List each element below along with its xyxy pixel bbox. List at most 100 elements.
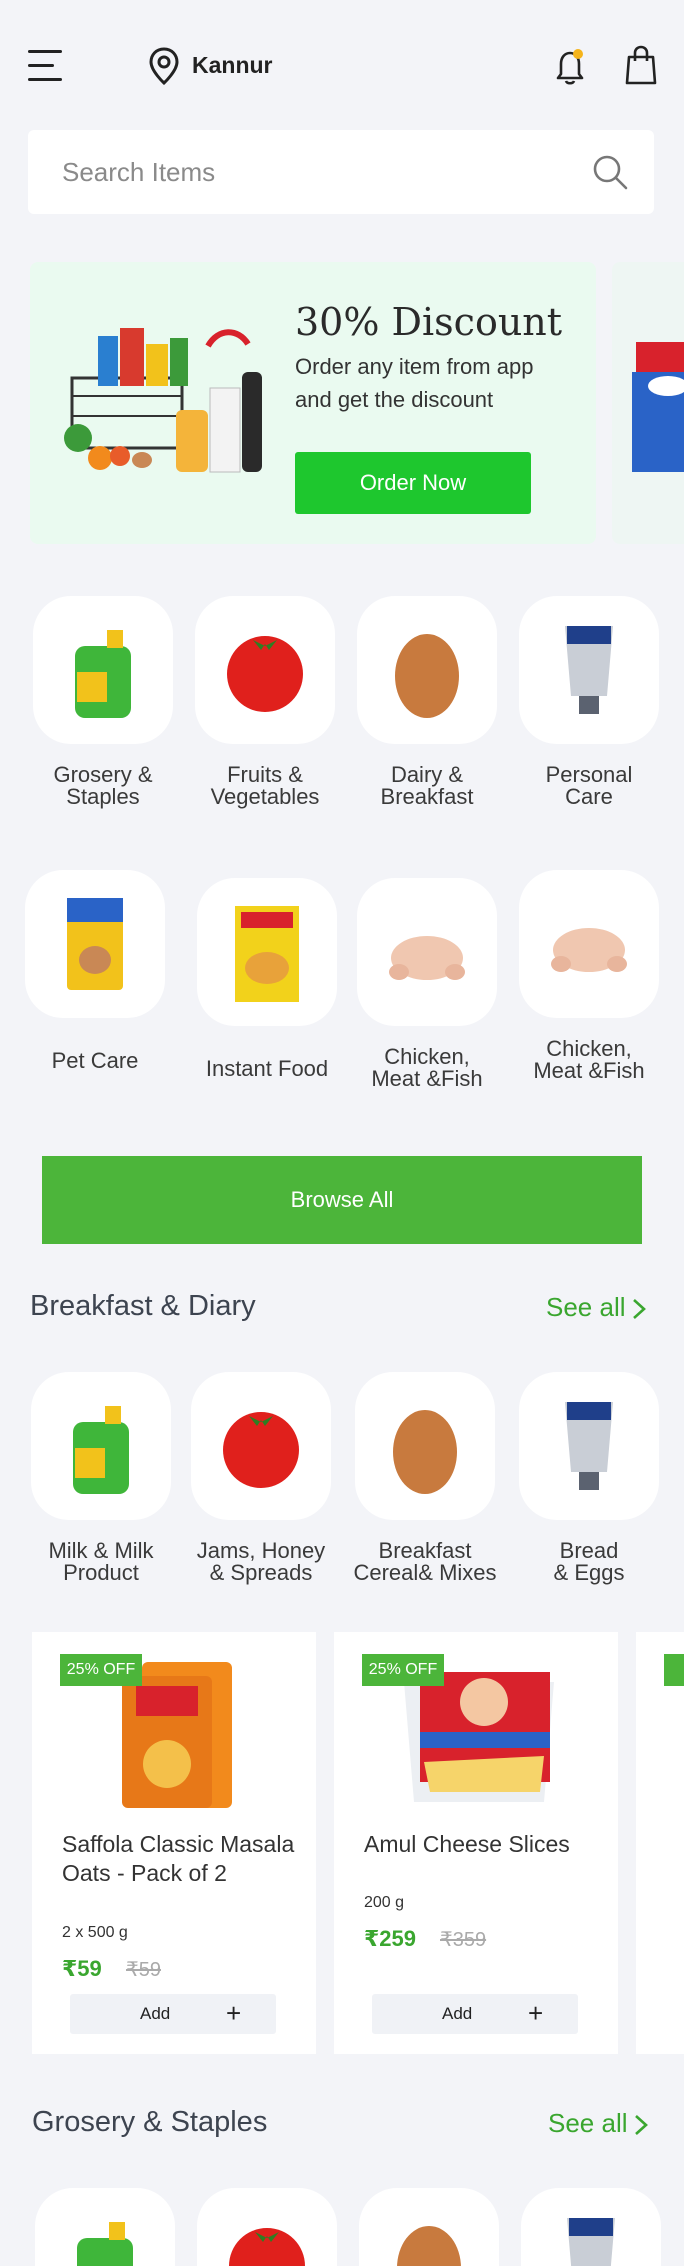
pet-food-icon: [67, 898, 123, 990]
category-label: Chicken, Meat &Fish: [371, 1044, 483, 1091]
category-pet-care[interactable]: Pet Care: [20, 870, 170, 1072]
product-name: Saffola Classic Masala Oats - Pack of 2: [62, 1831, 295, 1886]
chevron-right-icon: [634, 2115, 648, 2136]
category-label: Dairy & Breakfast: [380, 762, 474, 809]
category-tile: [519, 870, 659, 1018]
hamburger-menu-icon[interactable]: [28, 50, 62, 82]
product-card[interactable]: 25% OFF Saffola Classic Masala Oats - Pa…: [32, 1632, 316, 2054]
oil-can-icon: [75, 630, 131, 718]
product-name: Amul Cheese Slices: [364, 1831, 570, 1857]
notification-bell-icon[interactable]: [553, 46, 587, 86]
noodles-pack-icon: [235, 906, 299, 1002]
category-tile: [195, 596, 335, 744]
browse-all-button[interactable]: Browse All: [42, 1156, 642, 1244]
category-label: Grosery & Staples: [53, 762, 153, 809]
plus-icon: +: [528, 1998, 544, 2028]
cream-tube-icon: [565, 626, 613, 714]
category-tile-peek[interactable]: [30, 2188, 180, 2266]
category-label: Personal Care: [545, 762, 633, 809]
category-label: Fruits & Vegetables: [210, 762, 320, 809]
section-title-breakfast: Breakfast & Diary: [30, 1290, 256, 1322]
add-label: Add: [140, 2004, 171, 2023]
chicken-icon: [389, 936, 465, 980]
plus-icon: +: [226, 1998, 242, 2028]
cream-tube-icon: [565, 1402, 613, 1490]
egg-icon: [397, 2226, 461, 2266]
pasta-pack-image: [632, 342, 684, 472]
subcategory-label: Breakfast Cereal& Mixes: [353, 1538, 497, 1585]
add-to-cart-button[interactable]: Add +: [372, 1994, 578, 2034]
tomato-icon: [223, 1412, 299, 1488]
product-mrp: ₹359: [440, 1929, 487, 1951]
search-bar: [28, 130, 654, 214]
top-bar: Kannur: [0, 0, 684, 130]
category-tile: [31, 1372, 171, 1520]
next-banner-peek[interactable]: [612, 262, 684, 544]
oil-can-icon: [73, 1406, 129, 1494]
banner-description: Order any item from app and get the disc…: [295, 354, 534, 412]
category-tile: [33, 596, 173, 744]
location-label[interactable]: Kannur: [192, 52, 273, 79]
category-instant-food[interactable]: Instant Food: [192, 878, 342, 1080]
subcategory-jams-honey[interactable]: Jams, Honey & Spreads: [186, 1372, 336, 1584]
category-tile: [355, 1372, 495, 1520]
subcategory-milk-product[interactable]: Milk & Milk Product: [26, 1372, 176, 1584]
add-label: Add: [442, 2004, 473, 2023]
cream-tube-icon: [567, 2218, 615, 2266]
category-fruits-vegetables[interactable]: Fruits & Vegetables: [190, 596, 340, 808]
subcategory-label: Milk & Milk Product: [48, 1538, 154, 1585]
category-tile: [519, 596, 659, 744]
egg-icon: [395, 634, 459, 718]
category-tile: [35, 2188, 175, 2266]
category-label: Instant Food: [205, 1056, 329, 1081]
category-tile: [197, 2188, 337, 2266]
category-tile: [519, 1372, 659, 1520]
product-card-peek[interactable]: [636, 1632, 684, 2054]
banner-title: 30% Discount: [295, 300, 563, 344]
shopping-bag-icon[interactable]: [624, 44, 658, 86]
see-all-breakfast-link[interactable]: See all: [546, 1292, 646, 1323]
location-pin-icon[interactable]: [148, 46, 180, 86]
category-tile: [359, 2188, 499, 2266]
subcategory-label: Bread & Eggs: [553, 1538, 625, 1585]
chevron-right-icon: [632, 1299, 646, 1320]
discount-badge: 25% OFF: [362, 1654, 444, 1686]
discount-badge-peek: [664, 1654, 684, 1686]
add-to-cart-button[interactable]: Add +: [70, 1994, 276, 2034]
subcategory-label: Jams, Honey & Spreads: [196, 1538, 326, 1585]
category-tile-peek[interactable]: [516, 2188, 666, 2266]
see-all-grosery-link[interactable]: See all: [548, 2108, 648, 2139]
tomato-icon: [227, 636, 303, 712]
discount-badge: 25% OFF: [60, 1654, 142, 1686]
category-chicken-meat-fish-2[interactable]: Chicken, Meat &Fish: [514, 870, 664, 1082]
category-tile: [25, 870, 165, 1018]
search-input[interactable]: [62, 130, 582, 214]
category-label: Chicken, Meat &Fish: [533, 1036, 645, 1083]
subcategory-breakfast-cereal[interactable]: Breakfast Cereal& Mixes: [350, 1372, 500, 1584]
category-tile-peek[interactable]: [192, 2188, 342, 2266]
category-tile: [191, 1372, 331, 1520]
category-tile: [197, 878, 337, 1026]
search-icon[interactable]: [590, 152, 630, 192]
grocery-basket-image: [64, 328, 262, 473]
subcategory-bread-eggs[interactable]: Bread & Eggs: [514, 1372, 664, 1584]
order-now-button[interactable]: Order Now: [295, 452, 531, 514]
see-all-label: See all: [546, 1292, 626, 1322]
category-dairy-breakfast[interactable]: Dairy & Breakfast: [352, 596, 502, 808]
category-tile: [521, 2188, 661, 2266]
product-card[interactable]: 25% OFF Amul Cheese Slices 200 g ₹259 ₹3…: [334, 1632, 618, 2054]
product-price: ₹59: [62, 1956, 102, 1981]
category-chicken-meat-fish[interactable]: Chicken, Meat &Fish: [352, 878, 502, 1090]
category-tile: [357, 878, 497, 1026]
egg-icon: [393, 1410, 457, 1494]
product-weight: 200 g: [364, 1894, 405, 1911]
category-personal-care[interactable]: Personal Care: [514, 596, 664, 808]
oil-can-icon: [77, 2222, 133, 2266]
discount-banner[interactable]: 30% Discount Order any item from app and…: [30, 262, 596, 544]
tomato-icon: [229, 2228, 305, 2266]
category-tile-peek[interactable]: [354, 2188, 504, 2266]
category-grosery-staples[interactable]: Grosery & Staples: [28, 596, 178, 808]
chicken-icon: [551, 928, 627, 972]
product-mrp: ₹59: [126, 1959, 161, 1981]
product-weight: 2 x 500 g: [62, 1924, 128, 1941]
